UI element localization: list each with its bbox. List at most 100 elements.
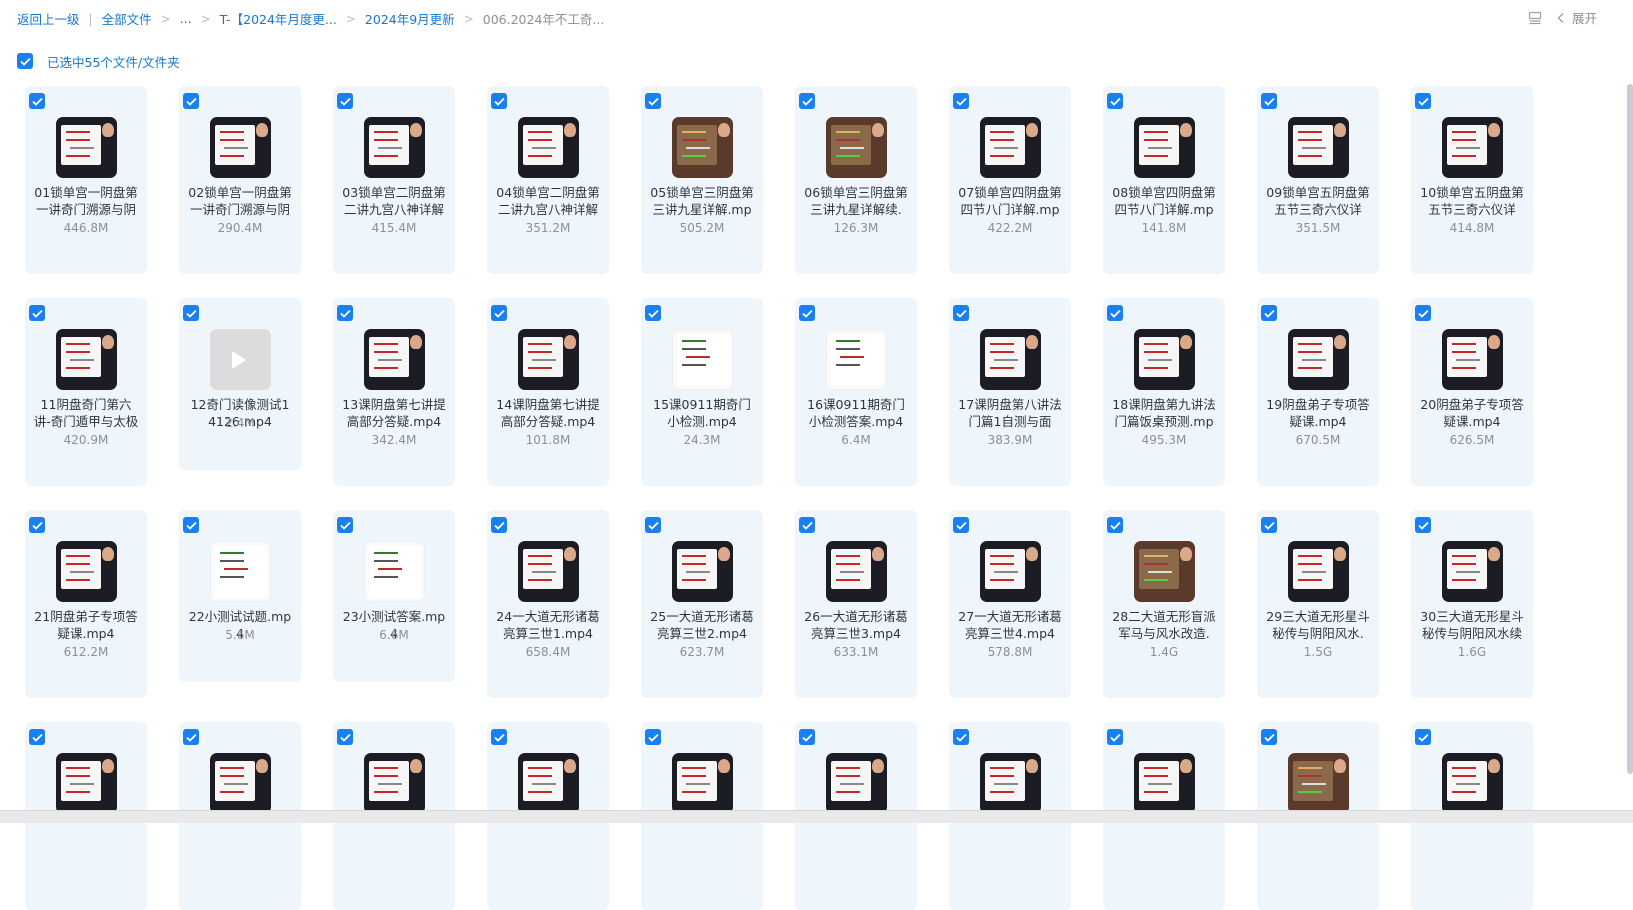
file-card[interactable]: 26一大道无形诸葛亮算三世3.mp4 633.1M [795,510,917,698]
video-thumbnail[interactable] [980,117,1041,178]
file-card[interactable]: 24一大道无形诸葛亮算三世1.mp4 658.4M [487,510,609,698]
file-checkbox-icon[interactable] [29,305,45,321]
video-thumbnail[interactable] [210,541,271,602]
video-thumbnail[interactable] [364,541,425,602]
video-thumbnail[interactable] [1442,117,1503,178]
file-checkbox-icon[interactable] [491,93,507,109]
file-checkbox-icon[interactable] [1415,517,1431,533]
video-thumbnail[interactable] [518,117,579,178]
file-checkbox-icon[interactable] [491,517,507,533]
file-card[interactable]: 22小测试试题.mp4 5.6M [179,510,301,682]
file-card[interactable]: 25一大道无形诸葛亮算三世2.mp4 623.7M [641,510,763,698]
file-card[interactable]: 29三大道无形星斗秘传与阴阳风水. 1.5G [1257,510,1379,698]
file-checkbox-icon[interactable] [183,305,199,321]
file-checkbox-icon[interactable] [1261,93,1277,109]
video-thumbnail[interactable] [672,329,733,390]
video-thumbnail[interactable] [518,753,579,814]
file-checkbox-icon[interactable] [645,305,661,321]
file-card[interactable]: 11阴盘奇门第六讲-奇门遁甲与太极 420.9M [25,298,147,486]
file-checkbox-icon[interactable] [29,729,45,745]
video-thumbnail[interactable] [672,117,733,178]
file-checkbox-icon[interactable] [799,729,815,745]
file-checkbox-icon[interactable] [799,517,815,533]
file-card[interactable]: 09锁单宫五阴盘第五节三奇六仪详 351.5M [1257,86,1379,274]
file-checkbox-icon[interactable] [337,517,353,533]
video-thumbnail[interactable] [1288,753,1349,814]
file-checkbox-icon[interactable] [1415,305,1431,321]
file-card[interactable]: 21阴盘弟子专项答疑课.mp4 612.2M [25,510,147,698]
video-thumbnail[interactable] [364,329,425,390]
file-checkbox-icon[interactable] [953,729,969,745]
file-checkbox-icon[interactable] [337,729,353,745]
file-card[interactable]: 28二大道无形盲派军马与风水改造. 1.4G [1103,510,1225,698]
breadcrumb-level1[interactable]: T-【2024年月度更... [220,9,337,28]
video-thumbnail[interactable] [1134,541,1195,602]
file-card[interactable]: 19阴盘弟子专项答疑课.mp4 670.5M [1257,298,1379,486]
file-checkbox-icon[interactable] [953,93,969,109]
file-card[interactable]: 15课0911期奇门小检测.mp4 24.3M [641,298,763,486]
video-thumbnail[interactable] [1442,329,1503,390]
list-view-icon[interactable] [1528,11,1542,25]
file-checkbox-icon[interactable] [645,93,661,109]
file-checkbox-icon[interactable] [1261,305,1277,321]
file-card[interactable]: 30三大道无形星斗秘传与阴阳风水续 1.6G [1411,510,1533,698]
file-card[interactable]: 07锁单宫四阴盘第四节八门详解.mp4 422.2M [949,86,1071,274]
video-thumbnail[interactable] [672,753,733,814]
file-checkbox-icon[interactable] [183,93,199,109]
video-thumbnail[interactable] [56,117,117,178]
video-thumbnail[interactable] [980,329,1041,390]
file-checkbox-icon[interactable] [29,93,45,109]
video-thumbnail[interactable] [826,117,887,178]
breadcrumb-level2[interactable]: 2024年9月更新 [365,9,455,28]
video-thumbnail[interactable] [826,329,887,390]
video-thumbnail[interactable] [980,541,1041,602]
video-thumbnail[interactable] [56,541,117,602]
file-card[interactable]: 23小测试答案.mp4 6.6M [333,510,455,682]
video-thumbnail[interactable] [364,117,425,178]
video-thumbnail[interactable] [56,329,117,390]
file-checkbox-icon[interactable] [337,305,353,321]
file-card[interactable]: 16课0911期奇门小检测答案.mp4 6.4M [795,298,917,486]
file-checkbox-icon[interactable] [29,517,45,533]
video-thumbnail[interactable] [1288,117,1349,178]
file-checkbox-icon[interactable] [1107,729,1123,745]
file-card[interactable]: 01锁单宫一阴盘第一讲奇门溯源与阴 446.8M [25,86,147,274]
file-checkbox-icon[interactable] [337,93,353,109]
file-card[interactable]: 14课阴盘第七讲提高部分答疑.mp4 101.8M [487,298,609,486]
file-card[interactable]: 08锁单宫四阴盘第四节八门详解.mp4 141.8M [1103,86,1225,274]
file-checkbox-icon[interactable] [953,517,969,533]
breadcrumb-ellipsis[interactable]: ... [180,11,192,26]
file-checkbox-icon[interactable] [799,93,815,109]
expand-button[interactable]: 展开 [1556,8,1597,27]
file-card[interactable]: 04锁单宫二阴盘第二讲九宫八神详解 351.2M [487,86,609,274]
file-checkbox-icon[interactable] [491,729,507,745]
video-thumbnail[interactable] [826,541,887,602]
file-checkbox-icon[interactable] [1415,729,1431,745]
file-card[interactable]: 02锁单宫一阴盘第一讲奇门溯源与阴 290.4M [179,86,301,274]
select-all-checkbox-icon[interactable] [17,53,33,69]
file-checkbox-icon[interactable] [953,305,969,321]
file-card[interactable]: 17课阴盘第八讲法门篇1自测与面测.... 383.9M [949,298,1071,486]
video-thumbnail[interactable] [210,117,271,178]
video-thumbnail[interactable] [364,753,425,814]
video-thumbnail[interactable] [210,329,271,390]
file-card[interactable]: 20阴盘弟子专项答疑课.mp4 626.5M [1411,298,1533,486]
file-checkbox-icon[interactable] [1107,305,1123,321]
file-checkbox-icon[interactable] [183,729,199,745]
file-checkbox-icon[interactable] [1261,729,1277,745]
video-thumbnail[interactable] [826,753,887,814]
video-thumbnail[interactable] [980,753,1041,814]
video-thumbnail[interactable] [518,329,579,390]
video-thumbnail[interactable] [1288,329,1349,390]
video-thumbnail[interactable] [518,541,579,602]
file-checkbox-icon[interactable] [1107,517,1123,533]
file-card[interactable]: 27一大道无形诸葛亮算三世4.mp4 578.8M [949,510,1071,698]
file-checkbox-icon[interactable] [645,517,661,533]
file-checkbox-icon[interactable] [1415,93,1431,109]
file-card[interactable]: 18课阴盘第九讲法门篇饭桌预测.mp4 495.3M [1103,298,1225,486]
file-card[interactable]: 12奇门读像测试14126.mp4 2.4M [179,298,301,470]
back-link[interactable]: 返回上一级 [17,9,80,28]
video-thumbnail[interactable] [1442,753,1503,814]
file-card[interactable]: 05锁单宫三阴盘第三讲九星详解.mp4 505.2M [641,86,763,274]
video-thumbnail[interactable] [1134,117,1195,178]
